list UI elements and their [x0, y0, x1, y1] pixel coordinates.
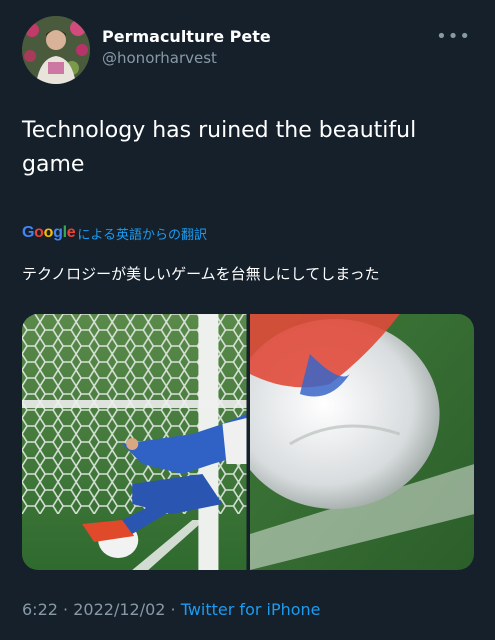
tweet-meta: 6:22 · 2022/12/02 · Twitter for iPhone — [22, 600, 321, 619]
photo-goal-line[interactable] — [22, 314, 247, 570]
meta-separator-2: · — [170, 600, 176, 619]
tweet-date[interactable]: 2022/12/02 — [73, 600, 165, 619]
more-options-icon[interactable]: ••• — [436, 26, 471, 47]
translated-text: テクノロジーが美しいゲームを台無しにしてしまった — [22, 265, 380, 283]
goal-line-image — [22, 314, 247, 570]
ball-closeup-image — [249, 314, 474, 570]
avatar[interactable] — [22, 16, 90, 84]
display-name[interactable]: Permaculture Pete — [102, 26, 271, 48]
meta-separator: · — [63, 600, 69, 619]
avatar-image — [22, 16, 90, 84]
translation-attribution[interactable]: Google による英語からの翻訳 — [22, 222, 207, 244]
user-handle[interactable]: @honorharvest — [102, 48, 271, 68]
tweet-header: Permaculture Pete @honorharvest ••• — [22, 16, 477, 86]
photo-ball-closeup[interactable] — [249, 314, 474, 570]
google-logo: Google — [22, 224, 76, 241]
tweet-time[interactable]: 6:22 — [22, 600, 58, 619]
media-grid — [22, 314, 474, 570]
tweet-source-link[interactable]: Twitter for iPhone — [181, 600, 321, 619]
tweet-text: Technology has ruined the beautiful game — [22, 118, 417, 177]
translation-label: による英語からの翻訳 — [77, 227, 207, 243]
